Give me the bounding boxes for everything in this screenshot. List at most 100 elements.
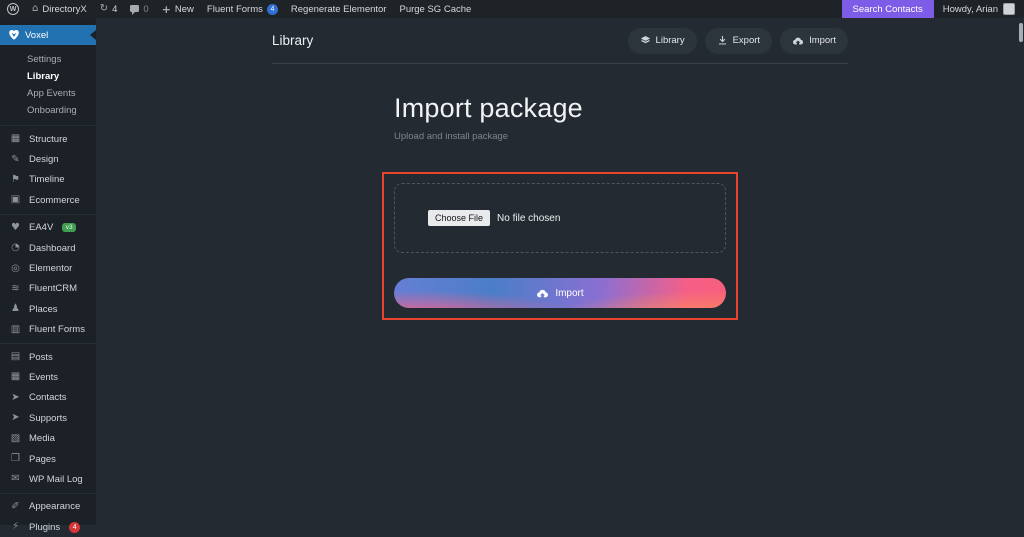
sidebar-item-app-events[interactable]: App Events xyxy=(0,85,96,102)
voxel-label: Voxel xyxy=(25,30,48,41)
sidebar-item-library[interactable]: Library xyxy=(0,68,96,85)
main-content: Library Library Export xyxy=(96,18,1024,525)
fluent-forms-label: Fluent Forms xyxy=(207,4,263,15)
sidebar-item-media[interactable]: ▧ Media xyxy=(0,428,96,448)
highlight-annotation-box: Choose File No file chosen Import xyxy=(382,172,738,320)
plugins-icon: ⚡ xyxy=(9,522,22,532)
cloud-upload-icon xyxy=(792,35,804,47)
import-submit-button[interactable]: Import xyxy=(394,278,726,308)
import-package-subtitle: Upload and install package xyxy=(394,131,726,142)
sidebar-separator xyxy=(0,343,96,344)
mail-icon: ✉ xyxy=(9,474,22,484)
site-name-menu[interactable]: ⌂ DirectoryX xyxy=(32,4,87,15)
comments-menu[interactable]: 0 xyxy=(130,4,148,15)
fluent-forms-icon: ▥ xyxy=(9,325,22,335)
sidebar-item-wp-mail-log[interactable]: ✉ WP Mail Log xyxy=(0,469,96,489)
admin-sidebar: Voxel Settings Library App Events Onboar… xyxy=(0,18,96,525)
updates-menu[interactable]: ↻ 4 xyxy=(100,4,118,15)
sidebar-separator xyxy=(0,125,96,126)
posts-icon: ▤ xyxy=(9,352,22,362)
sidebar-item-pages[interactable]: ❐ Pages xyxy=(0,449,96,469)
sidebar-item-supports[interactable]: ➤ Supports xyxy=(0,408,96,428)
dashboard-icon: ◔ xyxy=(9,243,22,253)
ea4v-icon: ♥ xyxy=(9,223,22,233)
structure-icon: ▦ xyxy=(9,134,22,144)
voxel-logo-icon xyxy=(8,29,20,41)
wordpress-menu[interactable]: W xyxy=(7,3,19,15)
sidebar-item-voxel[interactable]: Voxel xyxy=(0,25,96,45)
wordpress-logo-icon: W xyxy=(7,3,19,15)
sidebar-item-dashboard[interactable]: ◔ Dashboard xyxy=(0,238,96,258)
header-divider xyxy=(272,63,848,64)
page-title: Library xyxy=(272,33,313,48)
plus-icon: + xyxy=(162,4,171,15)
sidebar-separator xyxy=(0,493,96,494)
plugins-update-badge: 4 xyxy=(69,522,80,533)
sidebar-item-appearance[interactable]: ✐ Appearance xyxy=(0,497,96,517)
media-icon: ▧ xyxy=(9,434,22,444)
download-icon xyxy=(717,35,728,46)
sidebar-item-design[interactable]: ✎ Design xyxy=(0,149,96,169)
import-button[interactable]: Import xyxy=(780,28,848,54)
supports-icon: ➤ xyxy=(9,413,22,423)
file-chosen-status: No file chosen xyxy=(497,213,560,224)
sidebar-item-places[interactable]: ♟ Places xyxy=(0,299,96,319)
sidebar-item-ea4v[interactable]: ♥ EA4V v3 xyxy=(0,218,96,238)
purge-sg-cache-menu[interactable]: Purge SG Cache xyxy=(399,4,471,15)
admin-bar-left: W ⌂ DirectoryX ↻ 4 0 + New Fluent Forms … xyxy=(0,0,471,18)
sidebar-item-timeline[interactable]: ⚑ Timeline xyxy=(0,170,96,190)
regenerate-elementor-menu[interactable]: Regenerate Elementor xyxy=(291,4,387,15)
site-name-label: DirectoryX xyxy=(42,4,86,15)
events-icon: ▦ xyxy=(9,372,22,382)
design-icon: ✎ xyxy=(9,155,22,165)
admin-bar-right: Search Contacts Howdy, Arian xyxy=(842,0,1024,18)
wp-admin-bar: W ⌂ DirectoryX ↻ 4 0 + New Fluent Forms … xyxy=(0,0,1024,18)
updates-count: 4 xyxy=(112,4,117,15)
sidebar-item-structure[interactable]: ▦ Structure xyxy=(0,129,96,149)
sidebar-item-onboarding[interactable]: Onboarding xyxy=(0,102,96,119)
fluent-forms-badge: 4 xyxy=(267,4,278,15)
layers-icon xyxy=(640,35,651,46)
library-header: Library Library Export xyxy=(272,18,848,63)
new-label: New xyxy=(175,4,194,15)
pages-icon: ❐ xyxy=(9,454,22,464)
sidebar-item-plugins[interactable]: ⚡ Plugins 4 xyxy=(0,517,96,537)
export-button[interactable]: Export xyxy=(705,28,772,54)
fluent-forms-menu[interactable]: Fluent Forms 4 xyxy=(207,4,278,15)
comments-count: 0 xyxy=(143,4,148,15)
updates-icon: ↻ xyxy=(100,4,108,14)
avatar xyxy=(1003,3,1015,15)
howdy-label: Howdy, Arian xyxy=(943,4,998,15)
sidebar-item-contacts[interactable]: ➤ Contacts xyxy=(0,388,96,408)
sidebar-item-events[interactable]: ▦ Events xyxy=(0,367,96,387)
appearance-icon: ✐ xyxy=(9,502,22,512)
cloud-upload-icon xyxy=(536,287,549,300)
sidebar-item-fluent-forms[interactable]: ▥ Fluent Forms xyxy=(0,320,96,340)
ecommerce-icon: ▣ xyxy=(9,195,22,205)
scrollbar-thumb[interactable] xyxy=(1019,23,1023,42)
places-icon: ♟ xyxy=(9,304,22,314)
choose-file-button[interactable]: Choose File xyxy=(428,210,490,226)
contacts-icon: ➤ xyxy=(9,393,22,403)
library-button[interactable]: Library xyxy=(628,28,697,54)
file-upload-dropzone[interactable]: Choose File No file chosen xyxy=(394,183,726,253)
timeline-icon: ⚑ xyxy=(9,175,22,185)
comment-icon xyxy=(130,5,139,12)
my-account-menu[interactable]: Howdy, Arian xyxy=(934,3,1024,15)
sidebar-item-fluentcrm[interactable]: ≋ FluentCRM xyxy=(0,279,96,299)
elementor-icon: ◎ xyxy=(9,264,22,274)
sidebar-item-settings[interactable]: Settings xyxy=(0,51,96,68)
sidebar-separator xyxy=(0,214,96,215)
new-content-menu[interactable]: + New xyxy=(162,4,194,15)
voxel-submenu: Settings Library App Events Onboarding xyxy=(0,45,96,122)
ea4v-version-badge: v3 xyxy=(62,223,76,232)
search-contacts-button[interactable]: Search Contacts xyxy=(842,0,934,18)
fluentcrm-icon: ≋ xyxy=(9,284,22,294)
home-icon: ⌂ xyxy=(32,4,38,14)
import-package-title: Import package xyxy=(394,93,726,124)
sidebar-item-ecommerce[interactable]: ▣ Ecommerce xyxy=(0,190,96,210)
sidebar-item-posts[interactable]: ▤ Posts xyxy=(0,347,96,367)
import-package-section: Import package Upload and install packag… xyxy=(394,93,726,320)
sidebar-item-elementor[interactable]: ◎ Elementor xyxy=(0,258,96,278)
header-buttons: Library Export Import xyxy=(628,28,848,54)
